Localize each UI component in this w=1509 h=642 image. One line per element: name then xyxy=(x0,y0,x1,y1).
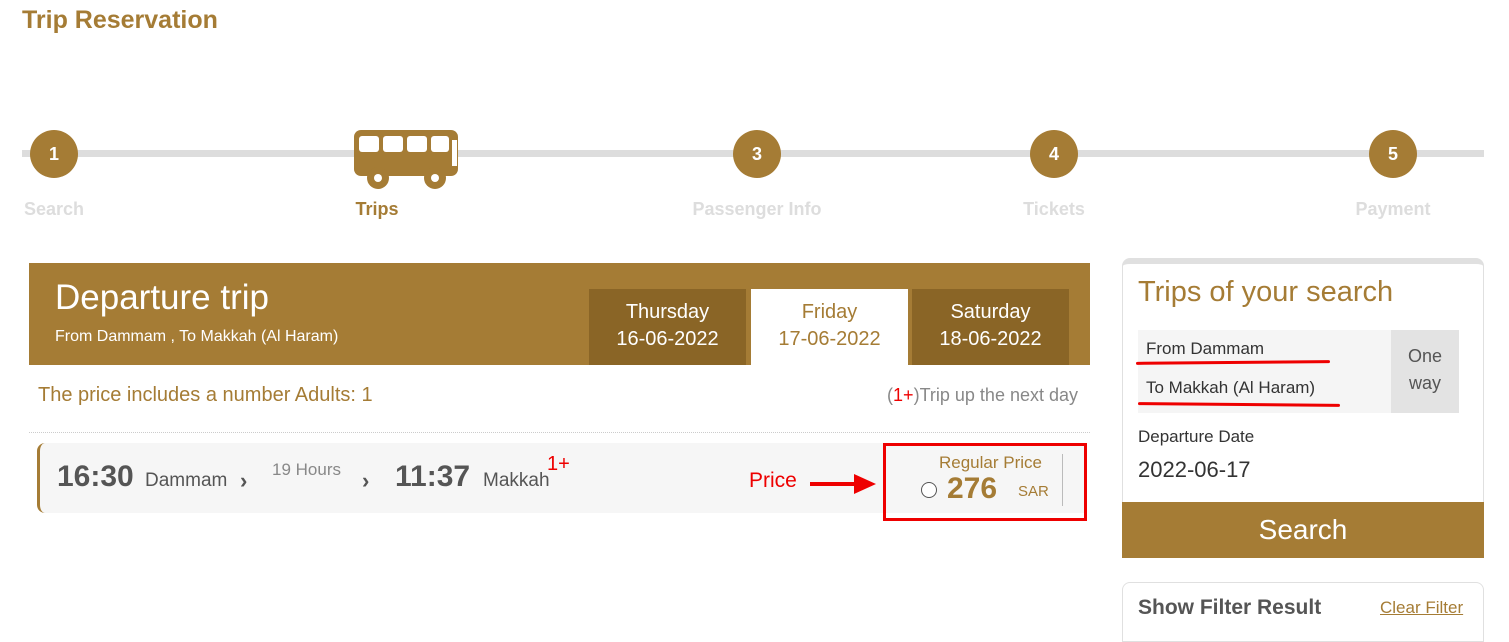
departure-route: From Dammam , To Makkah (Al Haram) xyxy=(55,328,339,345)
price-highlight-box xyxy=(883,443,1087,521)
day-tab-date: 18-06-2022 xyxy=(939,328,1042,350)
step-3-circle[interactable]: 3 xyxy=(733,130,781,178)
step-label-payment: Payment xyxy=(1355,199,1431,219)
day-tab-date: 17-06-2022 xyxy=(778,328,881,350)
filter-title: Show Filter Result xyxy=(1138,596,1322,619)
step-1-circle[interactable]: 1 xyxy=(30,130,78,178)
trip-duration: 19 Hours xyxy=(272,460,341,479)
clear-filter-link[interactable]: Clear Filter xyxy=(1380,598,1463,618)
annotation-arrow-icon xyxy=(810,482,858,486)
departure-title: Departure trip xyxy=(55,278,269,317)
day-tab-day: Thursday xyxy=(625,301,710,323)
next-day-text: )Trip up the next day xyxy=(913,385,1078,405)
day-tab-thursday[interactable]: Thursday 16-06-2022 xyxy=(589,289,746,365)
bus-icon[interactable] xyxy=(353,128,459,195)
day-tab-saturday[interactable]: Saturday 18-06-2022 xyxy=(912,289,1069,365)
step-label-tickets: Tickets xyxy=(1023,199,1085,219)
step-label-search: Search xyxy=(23,199,85,219)
step-4-circle[interactable]: 4 xyxy=(1030,130,1078,178)
step-label-trips: Trips xyxy=(355,199,399,219)
step-label-passenger-info: Passenger Info xyxy=(692,199,822,219)
price-annotation-label: Price xyxy=(749,469,797,492)
trip-type-line1: One xyxy=(1407,346,1443,366)
annotation-arrowhead-icon xyxy=(854,474,876,494)
day-tab-date: 16-06-2022 xyxy=(616,328,719,350)
departure-date-label: Departure Date xyxy=(1138,427,1255,446)
chevron-right-icon: › xyxy=(240,468,248,493)
chevron-right-icon: › xyxy=(362,468,370,493)
next-day-marker: 1+ xyxy=(893,385,914,405)
to-city: Makkah xyxy=(483,470,550,491)
search-from: From Dammam xyxy=(1146,339,1265,358)
day-tab-friday[interactable]: Friday 17-06-2022 xyxy=(751,289,908,365)
trip-type-line2: way xyxy=(1408,373,1441,393)
day-tab-day: Saturday xyxy=(950,301,1031,323)
next-day-marker: 1+ xyxy=(547,453,570,475)
arrival-time: 11:37 xyxy=(395,460,471,493)
price-includes-note: The price includes a number Adults: 1 xyxy=(38,384,373,406)
divider xyxy=(29,432,1090,433)
departure-time: 16:30 xyxy=(57,460,134,493)
search-summary-title: Trips of your search xyxy=(1138,276,1394,308)
search-to: To Makkah (Al Haram) xyxy=(1146,378,1316,397)
day-tab-day: Friday xyxy=(801,301,858,323)
trip-type-badge: One way xyxy=(1391,330,1459,413)
step-5-circle[interactable]: 5 xyxy=(1369,130,1417,178)
next-day-note: (1+)Trip up the next day xyxy=(887,385,1078,406)
search-button[interactable]: Search xyxy=(1122,502,1484,558)
page-title: Trip Reservation xyxy=(22,6,218,34)
departure-date-value: 2022-06-17 xyxy=(1138,457,1251,482)
from-city: Dammam xyxy=(145,470,228,491)
